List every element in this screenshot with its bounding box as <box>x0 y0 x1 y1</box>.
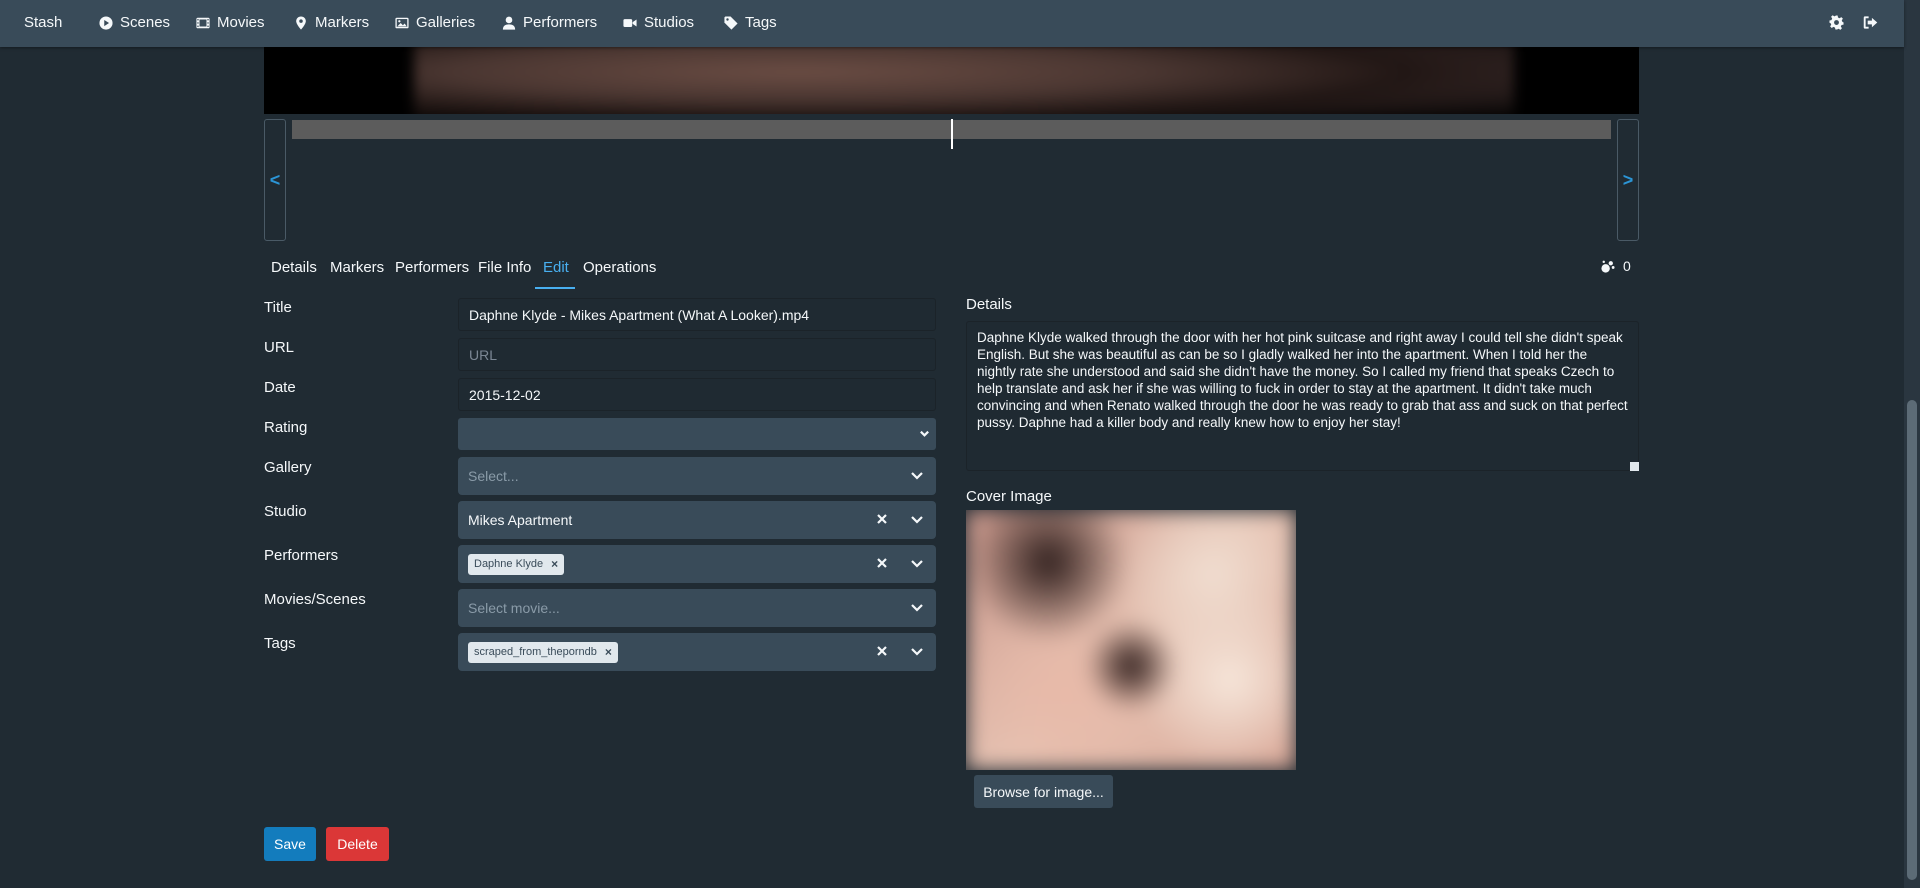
settings-button[interactable] <box>1829 15 1844 34</box>
performers-select[interactable]: Daphne Klyde × <box>458 545 936 583</box>
url-label: URL <box>264 339 295 356</box>
tab-markers[interactable]: Markers <box>330 259 384 276</box>
chevron-down-icon <box>911 516 923 524</box>
studio-select[interactable]: Mikes Apartment <box>458 501 936 539</box>
details-textarea[interactable]: Daphne Klyde walked through the door wit… <box>966 321 1639 471</box>
video-frame <box>414 47 1514 114</box>
gallery-placeholder: Select... <box>468 468 519 484</box>
nav-label: Tags <box>745 14 777 31</box>
tab-file-info[interactable]: File Info <box>478 259 531 276</box>
gallery-select[interactable]: Select... <box>458 457 936 495</box>
nav-galleries[interactable]: Galleries <box>395 14 475 31</box>
nav-performers[interactable]: Performers <box>502 14 597 31</box>
movies-placeholder: Select movie... <box>468 600 560 616</box>
nav-label: Galleries <box>416 14 476 31</box>
studio-label: Studio <box>264 503 307 520</box>
o-counter-button[interactable]: 0 <box>1600 258 1631 274</box>
close-icon <box>877 558 887 568</box>
performer-chip: Daphne Klyde × <box>468 553 565 575</box>
scrubber-next-button[interactable]: > <box>1617 119 1639 241</box>
save-button[interactable]: Save <box>264 827 316 861</box>
performers-clear-button[interactable] <box>875 556 889 570</box>
performer-chip-label: Daphne Klyde <box>474 558 544 570</box>
delete-button[interactable]: Delete <box>326 827 389 861</box>
browse-image-button[interactable]: Browse for image... <box>974 775 1113 808</box>
navbar: Stash Scenes Movies Markers Galleries Pe… <box>0 0 1904 47</box>
close-icon <box>877 646 887 656</box>
movies-label: Movies/Scenes <box>264 591 366 608</box>
tag-chip-remove-button[interactable]: × <box>605 645 612 659</box>
cover-image-blurred <box>966 510 1296 770</box>
tags-clear-button[interactable] <box>875 644 889 658</box>
nav-movies[interactable]: Movies <box>196 14 265 31</box>
tag-icon <box>724 15 738 30</box>
chevron-down-icon <box>920 430 929 437</box>
tab-edit[interactable]: Edit <box>543 259 569 276</box>
performer-chip-remove-button[interactable]: × <box>551 557 558 571</box>
performers-dropdown-toggle[interactable] <box>910 556 924 570</box>
performers-label: Performers <box>264 547 339 564</box>
cover-image-label: Cover Image <box>966 488 1052 505</box>
chevron-down-icon <box>911 648 923 656</box>
film-icon <box>196 17 210 28</box>
play-circle-icon <box>99 15 113 30</box>
video-player[interactable] <box>264 47 1639 114</box>
logout-button[interactable] <box>1863 15 1878 34</box>
page-scrollbar-thumb[interactable] <box>1907 400 1917 880</box>
details-label: Details <box>966 296 1012 313</box>
chevron-down-icon <box>911 604 923 612</box>
studio-value: Mikes Apartment <box>468 512 573 528</box>
map-marker-icon <box>296 15 306 30</box>
studio-clear-button[interactable] <box>875 512 889 526</box>
tab-details[interactable]: Details <box>271 259 317 276</box>
nav-markers[interactable]: Markers <box>294 14 369 31</box>
tab-operations[interactable]: Operations <box>583 259 656 276</box>
image-icon <box>395 17 409 28</box>
video-icon <box>623 18 637 27</box>
tags-label: Tags <box>264 635 296 652</box>
title-label: Title <box>264 299 292 316</box>
nav-studios[interactable]: Studios <box>623 14 694 31</box>
nav-label: Markers <box>315 14 370 31</box>
date-label: Date <box>264 379 296 396</box>
gallery-label: Gallery <box>264 459 312 476</box>
cover-image <box>966 510 1296 770</box>
gear-icon <box>1829 15 1844 30</box>
nav-label: Movies <box>217 14 265 31</box>
tags-dropdown-toggle[interactable] <box>910 644 924 658</box>
sign-out-icon <box>1863 16 1878 29</box>
textarea-resize-handle[interactable] <box>1630 462 1639 471</box>
nav-tags[interactable]: Tags <box>724 14 777 31</box>
studio-dropdown-toggle[interactable] <box>910 512 924 526</box>
tags-select[interactable]: scraped_from_theporndb × <box>458 633 936 671</box>
gallery-dropdown-toggle[interactable] <box>910 468 924 482</box>
nav-label: Performers <box>523 14 598 31</box>
chevron-down-icon <box>911 472 923 480</box>
scrubber-position-indicator[interactable] <box>951 119 953 149</box>
nav-scenes[interactable]: Scenes <box>99 14 170 31</box>
title-input[interactable] <box>458 298 936 331</box>
active-tab-indicator <box>535 287 575 289</box>
scrubber-prev-button[interactable]: < <box>264 119 286 241</box>
rating-select[interactable] <box>458 418 936 450</box>
movies-dropdown-toggle[interactable] <box>910 600 924 614</box>
tag-chip-label: scraped_from_theporndb <box>474 646 597 658</box>
rating-label: Rating <box>264 419 308 436</box>
user-icon <box>502 16 516 30</box>
tab-performers[interactable]: Performers <box>395 259 469 276</box>
o-counter-value: 0 <box>1623 258 1631 274</box>
url-input[interactable] <box>458 338 936 371</box>
brand-link[interactable]: Stash <box>24 14 62 31</box>
movies-select[interactable]: Select movie... <box>458 589 936 627</box>
close-icon <box>877 514 887 524</box>
nav-label: Studios <box>644 14 695 31</box>
chevron-down-icon <box>911 560 923 568</box>
splash-icon <box>1601 260 1615 273</box>
tag-chip: scraped_from_theporndb × <box>468 641 618 663</box>
date-input[interactable] <box>458 378 936 411</box>
nav-label: Scenes <box>120 14 171 31</box>
